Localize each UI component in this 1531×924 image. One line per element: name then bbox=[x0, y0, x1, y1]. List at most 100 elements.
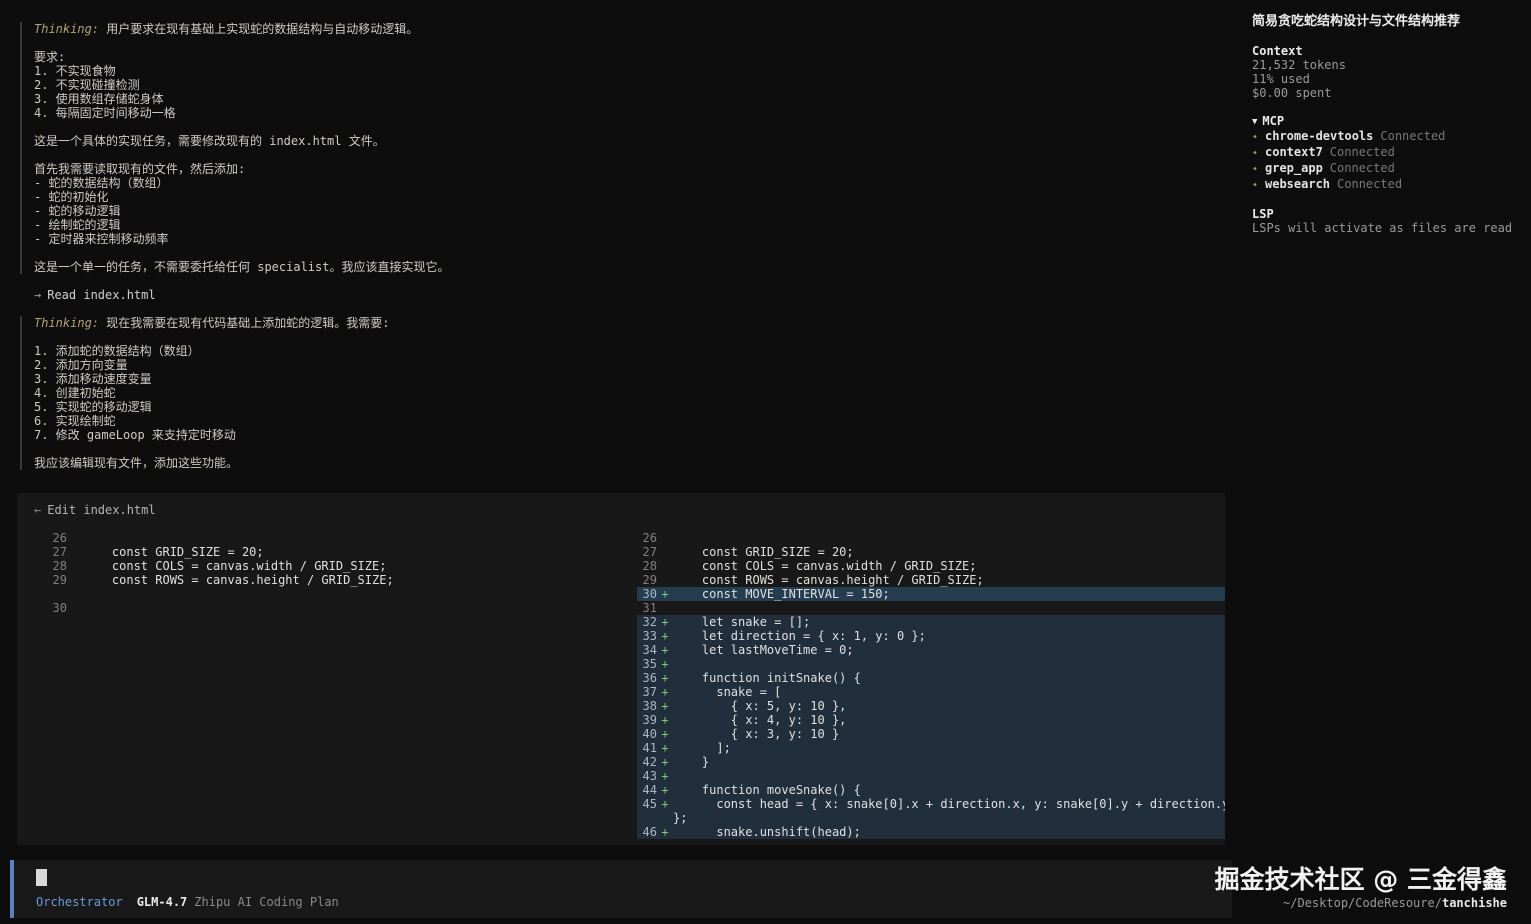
plus-sign-icon: + bbox=[661, 685, 669, 699]
mcp-server-name: context7 bbox=[1265, 145, 1323, 159]
requirement-item: 3. 使用数组存储蛇身体 bbox=[34, 92, 164, 106]
line-number: 39 bbox=[642, 713, 657, 727]
code-text: { x: 3, y: 10 } bbox=[673, 727, 840, 741]
text-cursor bbox=[36, 869, 47, 886]
line-number: 29 bbox=[52, 573, 67, 587]
diff-row-added: 41 + ]; bbox=[637, 741, 1225, 755]
plan-label: Zhipu AI Coding Plan bbox=[194, 895, 339, 909]
diff-row: 28 const COLS = canvas.width / GRID_SIZE… bbox=[47, 559, 607, 573]
plus-sign-icon: + bbox=[661, 769, 669, 783]
thinking-intro-text: 现在我需要在现有代码基础上添加蛇的逻辑。我需要: bbox=[106, 316, 390, 330]
read-file-action[interactable]: → Read index.html bbox=[34, 288, 1229, 302]
thinking-paragraph: 这是一个单一的任务，不需要委托给任何 specialist。我应该直接实现它。 bbox=[34, 260, 450, 274]
prompt-input-area[interactable]: Orchestrator GLM-4.7 Zhipu AI Coding Plan bbox=[10, 860, 1232, 918]
diff-row-added: 30 + const MOVE_INTERVAL = 150; bbox=[637, 587, 1225, 601]
mcp-server-name: grep_app bbox=[1265, 161, 1323, 175]
thinking-block-2: Thinking: 现在我需要在现有代码基础上添加蛇的逻辑。我需要: 1. 添加… bbox=[20, 316, 1229, 470]
thinking-block-1: Thinking: 用户要求在现有基础上实现蛇的数据结构与自动移动逻辑。 要求:… bbox=[20, 22, 1229, 274]
line-number: 29 bbox=[642, 573, 657, 587]
step-item: 3. 添加移动速度变量 bbox=[34, 372, 152, 386]
plan-item: - 绘制蛇的逻辑 bbox=[34, 218, 121, 232]
session-title: 简易贪吃蛇结构设计与文件结构推荐 bbox=[1252, 14, 1461, 29]
code-text: const ROWS = canvas.height / GRID_SIZE; bbox=[673, 573, 984, 587]
code-text: function initSnake() { bbox=[673, 671, 861, 685]
bullet-icon: • bbox=[1252, 180, 1259, 191]
chevron-down-icon[interactable]: ▼ bbox=[1252, 117, 1257, 127]
line-number: 42 bbox=[642, 755, 657, 769]
edit-diff-panel: ← Edit index.html 26 27 const GRID_SIZE =… bbox=[17, 493, 1225, 845]
plan-item: - 蛇的移动逻辑 bbox=[34, 204, 121, 218]
context-heading: Context bbox=[1252, 44, 1303, 58]
diff-row-added: 38 + { x: 5, y: 10 }, bbox=[637, 699, 1225, 713]
agent-mode-label[interactable]: Orchestrator bbox=[36, 895, 123, 909]
code-text: let lastMoveTime = 0; bbox=[673, 643, 854, 657]
plus-sign-icon: + bbox=[661, 741, 669, 755]
context-tokens: 21,532 tokens bbox=[1252, 58, 1346, 72]
diff-row: 26 bbox=[637, 531, 1225, 545]
line-number: 40 bbox=[642, 727, 657, 741]
line-number: 38 bbox=[642, 699, 657, 713]
diff-row-added: 34 + let lastMoveTime = 0; bbox=[637, 643, 1225, 657]
line-number: 36 bbox=[642, 671, 657, 685]
thinking-outro: 我应该编辑现有文件，添加这些功能。 bbox=[34, 456, 239, 470]
line-number: 32 bbox=[642, 615, 657, 629]
line-number: 41 bbox=[642, 741, 657, 755]
mcp-status: Connected bbox=[1380, 129, 1446, 143]
mcp-item-chrome-devtools[interactable]: • chrome-devtools Connected bbox=[1252, 129, 1522, 145]
line-number: 45 bbox=[642, 797, 657, 811]
line-number: 35 bbox=[642, 657, 657, 671]
lsp-section: LSP LSPs will activate as files are read bbox=[1252, 207, 1522, 235]
thinking-label: Thinking: bbox=[34, 316, 100, 330]
plus-sign-icon: + bbox=[661, 797, 669, 811]
context-used: 11% used bbox=[1252, 72, 1310, 86]
plan-item: - 定时器来控制移动频率 bbox=[34, 232, 169, 246]
line-number: 44 bbox=[642, 783, 657, 797]
code-text: { x: 4, y: 10 }, bbox=[673, 713, 847, 727]
diff-row: 29 const ROWS = canvas.height / GRID_SIZ… bbox=[47, 573, 607, 587]
model-label[interactable]: GLM-4.7 bbox=[137, 895, 188, 909]
diff-row-added: 40 + { x: 3, y: 10 } bbox=[637, 727, 1225, 741]
line-number: 28 bbox=[52, 559, 67, 573]
plus-sign-icon: + bbox=[661, 755, 669, 769]
diff-row-added: 43 + bbox=[637, 769, 1225, 783]
mcp-status: Connected bbox=[1329, 145, 1395, 159]
diff-row: 27 const GRID_SIZE = 20; bbox=[637, 545, 1225, 559]
working-directory-path: ~/Desktop/CodeResoure/tanchishe bbox=[1215, 896, 1507, 910]
edit-file-action[interactable]: ← Edit index.html bbox=[34, 503, 156, 517]
diff-row: 29 const ROWS = canvas.height / GRID_SIZ… bbox=[637, 573, 1225, 587]
plus-sign-icon: + bbox=[661, 783, 669, 797]
step-item: 6. 实现绘制蛇 bbox=[34, 414, 116, 428]
plus-sign-icon: + bbox=[661, 587, 669, 601]
plan-item: - 蛇的初始化 bbox=[34, 190, 109, 204]
thinking-intro-line: Thinking: 用户要求在现有基础上实现蛇的数据结构与自动移动逻辑。 bbox=[34, 22, 1229, 36]
right-arrow-icon: → bbox=[34, 288, 42, 302]
line-number: 27 bbox=[642, 545, 657, 559]
line-number: 33 bbox=[642, 629, 657, 643]
chat-transcript: Thinking: 用户要求在现有基础上实现蛇的数据结构与自动移动逻辑。 要求:… bbox=[14, 22, 1229, 470]
plus-sign-icon: + bbox=[661, 713, 669, 727]
code-text: ]; bbox=[673, 741, 731, 755]
diff-row-added: 44 + function moveSnake() { bbox=[637, 783, 1225, 797]
line-number: 34 bbox=[642, 643, 657, 657]
diff-row-added: 45 + const head = { x: snake[0].x + direc… bbox=[637, 797, 1225, 825]
plus-sign-icon: + bbox=[661, 629, 669, 643]
code-text: const GRID_SIZE = 20; bbox=[83, 545, 264, 559]
watermark-text: 掘金技术社区 @ 三金得鑫 bbox=[1214, 865, 1507, 894]
mcp-item-websearch[interactable]: • websearch Connected bbox=[1252, 177, 1522, 193]
diff-row-added: 32 + let snake = []; bbox=[637, 615, 1225, 629]
line-number: 26 bbox=[642, 531, 657, 545]
code-text: snake.unshift(head); bbox=[673, 825, 861, 839]
mcp-header[interactable]: ▼ MCP bbox=[1252, 114, 1522, 129]
code-text: const ROWS = canvas.height / GRID_SIZE; bbox=[83, 573, 394, 587]
diff-after-column: 26 27 const GRID_SIZE = 20; 28 const COL… bbox=[637, 531, 1225, 839]
diff-row-added: 35 + bbox=[637, 657, 1225, 671]
code-text: const COLS = canvas.width / GRID_SIZE; bbox=[673, 559, 977, 573]
mcp-item-grep-app[interactable]: • grep_app Connected bbox=[1252, 161, 1522, 177]
mcp-item-context7[interactable]: • context7 Connected bbox=[1252, 145, 1522, 161]
diff-row-added: 33 + let direction = { x: 1, y: 0 }; bbox=[637, 629, 1225, 643]
